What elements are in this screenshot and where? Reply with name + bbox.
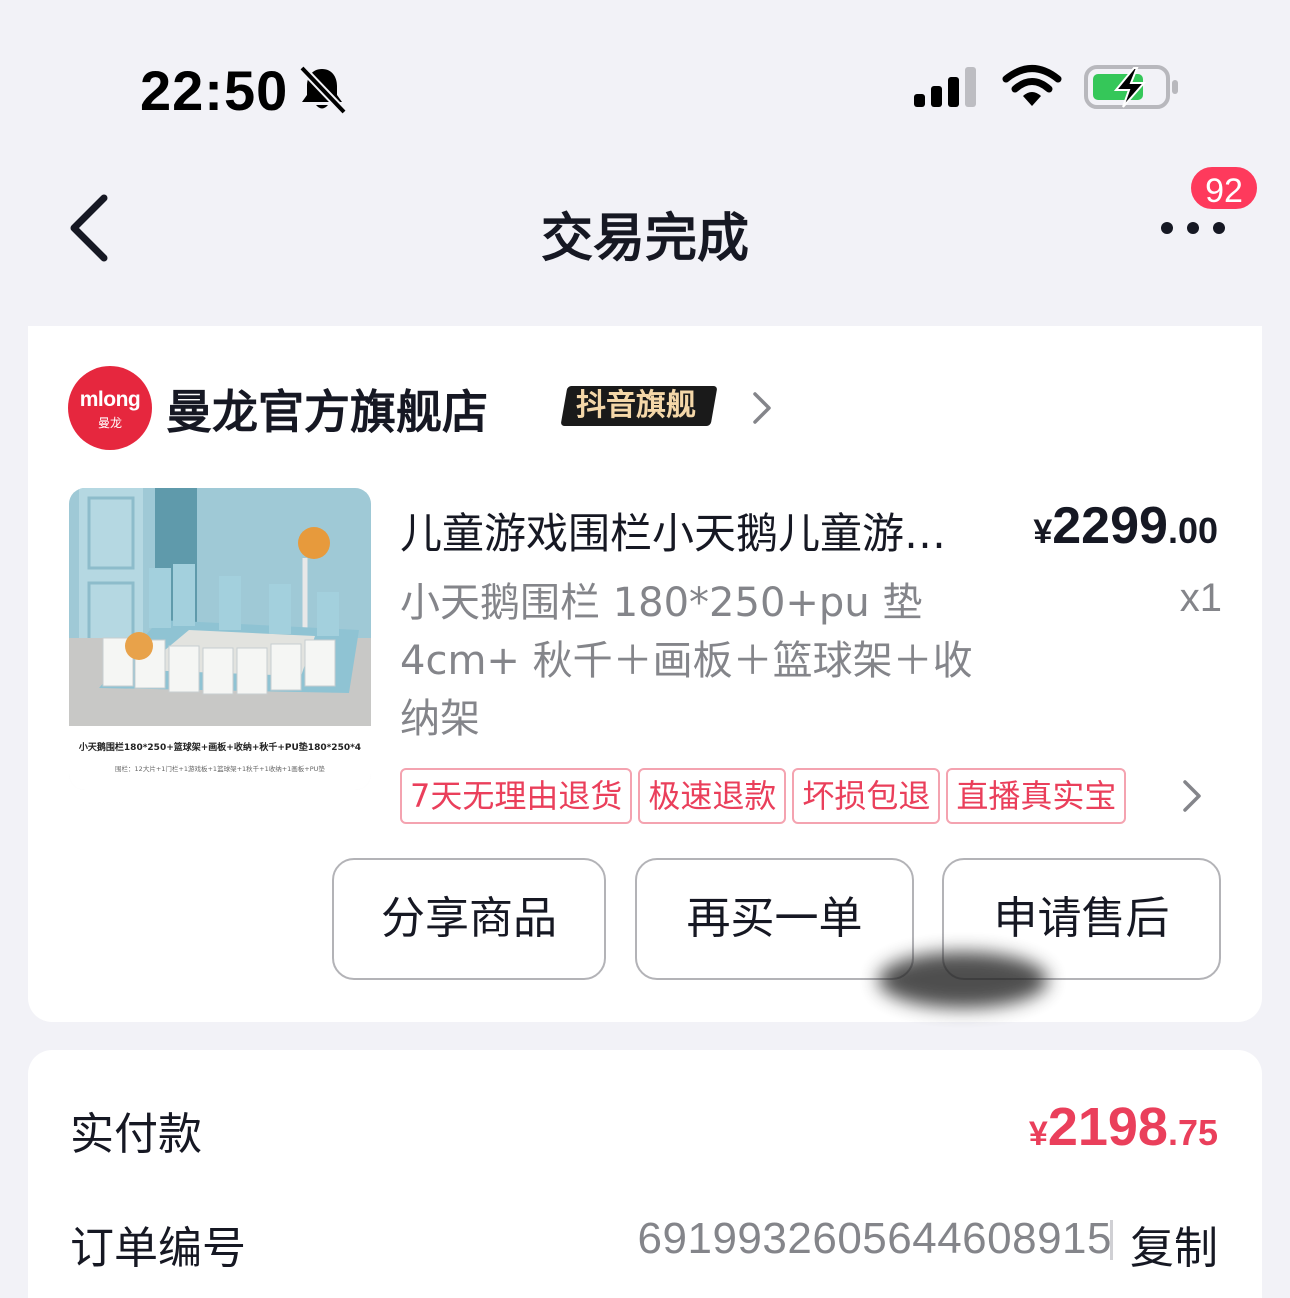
product-image[interactable]: 小天鹅围栏180*250+篮球架+画板+收纳+秋千+PU垫180*250*4 围… — [69, 488, 371, 790]
share-product-button[interactable]: 分享商品 — [332, 858, 606, 980]
product-price: ¥2299.00 — [1033, 496, 1218, 556]
service-tag: 极速退款 — [638, 768, 787, 824]
battery-charging-icon — [1084, 65, 1178, 109]
service-tags[interactable]: 7天无理由退货 极速退款 坏损包退 直播真实宝 — [400, 768, 1132, 824]
status-time: 22:50 — [140, 59, 289, 122]
service-tag: 7天无理由退货 — [400, 768, 633, 824]
product-quantity: x1 — [1179, 576, 1222, 620]
page-title: 交易完成 — [540, 209, 749, 269]
order-item-card: mlong 曼龙 曼龙官方旗舰店 抖音旗舰 小天鹅围栏180*250+篮球架+画… — [28, 326, 1262, 1022]
paid-decimal: .75 — [1167, 1112, 1218, 1153]
payment-info-card: 实付款 ¥2198.75 订单编号 6919932605644608915 复制 — [28, 1050, 1262, 1298]
shop-flagship-badge: 抖音旗舰 — [560, 386, 718, 426]
chevron-right-icon[interactable] — [1180, 778, 1204, 814]
shop-logo-subtext: 曼龙 — [97, 416, 122, 430]
buy-again-button[interactable]: 再买一单 — [635, 858, 914, 980]
product-image-caption: 小天鹅围栏180*250+篮球架+画板+收纳+秋千+PU垫180*250*4 — [78, 741, 361, 753]
service-tag: 坏损包退 — [792, 768, 941, 824]
price-integer: 2299 — [1052, 497, 1168, 555]
notification-badge: 92 — [1188, 164, 1260, 212]
product-image-subcaption: 围栏：12大片+1门栏+1游戏板+1篮球架+1秋千+1收纳+1画板+PU垫 — [115, 764, 325, 773]
order-number: 6919932605644608915 — [637, 1214, 1112, 1263]
paid-currency: ¥ — [1028, 1115, 1048, 1153]
price-currency: ¥ — [1033, 513, 1053, 551]
after-sales-button[interactable]: 申请售后 — [942, 858, 1221, 980]
paid-amount: ¥2198.75 — [1029, 1096, 1218, 1158]
copy-order-number-button[interactable]: 复制 — [1130, 1212, 1218, 1276]
shop-logo-text: mlong — [79, 388, 141, 411]
signal-icon — [914, 67, 976, 107]
status-bar: 22:50 — [0, 0, 1290, 150]
service-tag: 直播真实宝 — [946, 768, 1127, 824]
product-spec: 小天鹅围栏 180*250+pu 垫 4cm+ 秋千＋画板＋篮球架＋收纳架 — [400, 580, 973, 742]
wifi-icon — [1002, 65, 1062, 106]
bell-off-icon — [299, 65, 347, 114]
price-decimal: .00 — [1167, 510, 1218, 551]
product-title[interactable]: 儿童游戏围栏小天鹅儿童游戏围栏宝宝防护栏 — [400, 500, 960, 561]
paid-amount-label: 实付款 — [70, 1109, 202, 1160]
shop-logo[interactable]: mlong 曼龙 — [68, 366, 152, 450]
paid-integer: 2198 — [1047, 1097, 1168, 1157]
order-number-label: 订单编号 — [70, 1223, 246, 1274]
chevron-right-icon[interactable] — [750, 390, 774, 426]
divider — [1110, 1220, 1113, 1260]
shop-name[interactable]: 曼龙官方旗舰店 — [166, 376, 488, 442]
shop-badge-label: 抖音旗舰 — [576, 388, 696, 423]
more-dots-icon[interactable] — [1158, 212, 1228, 242]
